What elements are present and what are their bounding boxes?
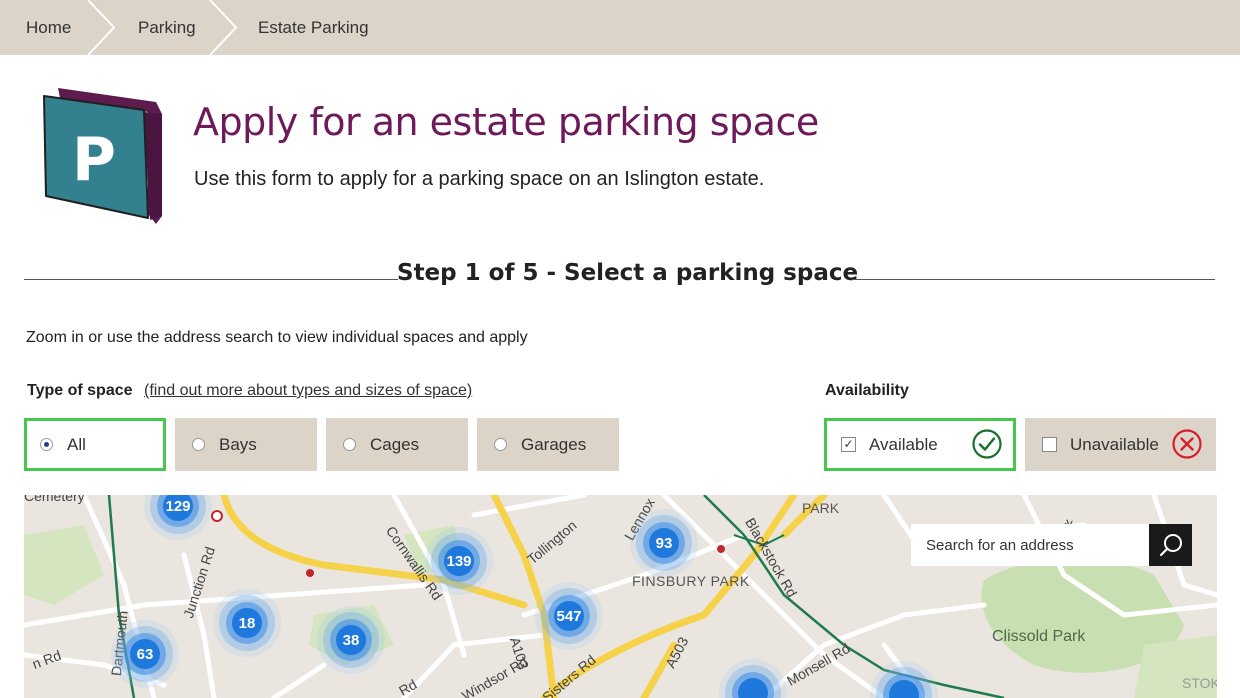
breadcrumb: Home Parking Estate Parking [0, 0, 1240, 55]
address-search-button[interactable] [1149, 524, 1192, 566]
step-title: Step 1 of 5 - Select a parking space [397, 260, 859, 286]
option-label: Cages [370, 434, 420, 454]
availability-unavailable-option[interactable]: Unavailable [1025, 418, 1216, 471]
space-type-garages-option[interactable]: Garages [477, 418, 619, 471]
space-type-all-option[interactable]: All [24, 418, 166, 471]
radio-garages[interactable] [494, 438, 507, 451]
breadcrumb-parking-link[interactable]: Parking [138, 0, 196, 55]
breadcrumb-home-link[interactable]: Home [26, 0, 71, 55]
map-cluster-marker[interactable]: 63 [130, 639, 160, 669]
map-cluster-marker[interactable]: 93 [649, 528, 679, 558]
radio-bays[interactable] [192, 438, 205, 451]
step-divider-right [852, 279, 1215, 280]
option-label: Garages [521, 434, 587, 454]
map-label-finsbury-park: FINSBURY PARK [632, 573, 750, 589]
page-title: Apply for an estate parking space [193, 100, 819, 144]
instructions-text: Zoom in or use the address search to vie… [26, 329, 528, 346]
cross-circle-icon [1172, 429, 1202, 459]
space-type-cages-option[interactable]: Cages [326, 418, 468, 471]
page-intro: Use this form to apply for a parking spa… [194, 168, 765, 190]
address-search-input[interactable] [911, 524, 1151, 566]
step-divider-left [24, 279, 398, 280]
map-label-park: PARK [802, 500, 840, 516]
checkbox-unavailable[interactable] [1042, 437, 1057, 452]
radio-cages[interactable] [343, 438, 356, 451]
check-circle-icon [972, 429, 1002, 459]
space-type-bays-option[interactable]: Bays [175, 418, 317, 471]
map-label-cemetery: Cemetery [24, 495, 85, 504]
option-label: Available [869, 434, 938, 454]
logo-letter: P [72, 125, 116, 195]
availability-available-option[interactable]: ✓ Available [824, 418, 1016, 471]
search-icon [1159, 534, 1182, 557]
radio-all[interactable] [40, 438, 53, 451]
option-label: All [67, 434, 86, 454]
option-label: Bays [219, 434, 257, 454]
type-of-space-label: Type of space [27, 382, 133, 399]
breadcrumb-current: Estate Parking [258, 18, 369, 37]
availability-label: Availability [825, 382, 909, 399]
map-cluster-marker[interactable]: 38 [336, 625, 366, 655]
space-types-info-link[interactable]: (find out more about types and sizes of … [144, 382, 472, 400]
breadcrumb-separator [209, 0, 238, 55]
map-label-clissold-park: Clissold Park [992, 628, 1086, 645]
map-cluster-marker[interactable]: 547 [554, 601, 584, 631]
option-label: Unavailable [1070, 434, 1159, 454]
checkbox-available[interactable]: ✓ [841, 437, 856, 452]
parking-logo-icon: P [43, 88, 162, 224]
map-label-stok: STOK [1182, 675, 1217, 691]
map-cluster-marker[interactable]: 18 [232, 608, 262, 638]
breadcrumb-separator [87, 0, 116, 55]
map-cluster-marker[interactable]: 139 [444, 546, 474, 576]
